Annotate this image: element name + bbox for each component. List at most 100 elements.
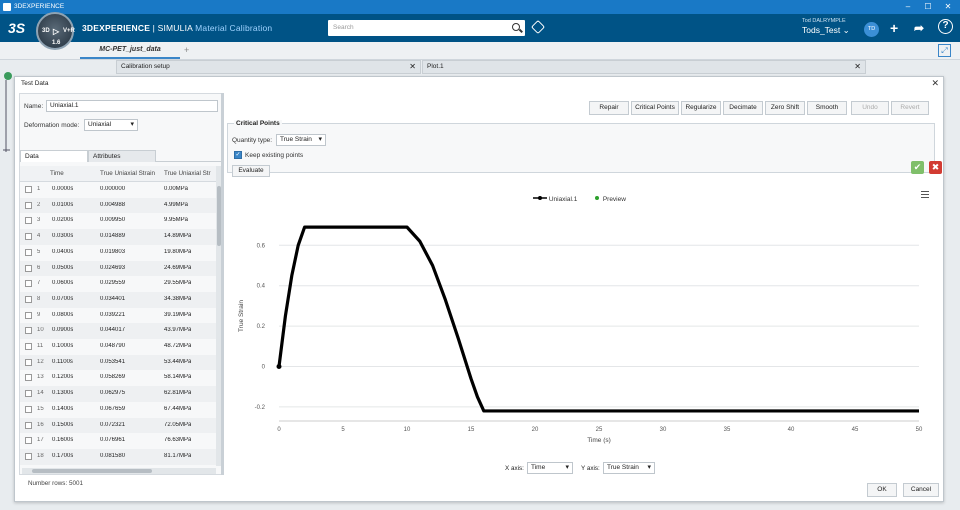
cell-time: 0.0100s [52, 201, 74, 208]
calibration-setup-panel[interactable]: Calibration setup ✕ [116, 60, 421, 74]
add-tab-icon[interactable]: + [184, 45, 189, 55]
tab-data[interactable]: Data [20, 150, 88, 162]
table-row[interactable]: 14 0.1300s 0.062975 62.81MPa [20, 386, 216, 402]
row-checkbox[interactable] [25, 186, 32, 193]
ds-logo-icon[interactable]: 3S [8, 20, 25, 36]
add-icon[interactable]: + [890, 20, 898, 36]
evaluate-button[interactable]: Evaluate [232, 165, 270, 177]
row-index: 12 [37, 358, 44, 365]
share-icon[interactable]: ➦ [914, 21, 924, 35]
undo-button[interactable]: Undo [851, 101, 889, 115]
critical-points-button[interactable]: Critical Points [631, 101, 679, 115]
table-row[interactable]: 9 0.0800s 0.039221 39.19MPa [20, 308, 216, 324]
chart-menu-icon[interactable] [921, 191, 929, 198]
table-row[interactable]: 3 0.0200s 0.009950 9.95MPa [20, 213, 216, 229]
row-checkbox[interactable] [25, 358, 32, 366]
y-axis-select[interactable]: True Strain [603, 462, 655, 474]
table-row[interactable]: 12 0.1100s 0.053541 53.44MPa [20, 354, 216, 371]
table-row[interactable]: 10 0.0900s 0.044017 43.97MPa [20, 323, 216, 339]
cancel-button[interactable]: Cancel [903, 483, 939, 497]
row-checkbox[interactable] [25, 280, 32, 288]
tab-mc-pet-just-data[interactable]: MC-PET_just_data [80, 42, 180, 59]
row-checkbox[interactable] [25, 311, 32, 319]
x-axis-select[interactable]: Time [527, 462, 573, 474]
table-row[interactable]: 7 0.0600s 0.029559 29.55MPa [20, 276, 216, 292]
apply-check-icon[interactable]: ✔ [911, 161, 924, 174]
table-hscrollbar[interactable] [22, 468, 216, 474]
decimate-button[interactable]: Decimate [723, 101, 763, 115]
x-tick-label: 15 [468, 427, 475, 433]
y-axis-label: Y axis: [581, 465, 600, 472]
row-checkbox[interactable] [25, 327, 32, 335]
repair-button[interactable]: Repair [589, 101, 629, 115]
row-checkbox[interactable] [25, 248, 32, 256]
row-checkbox[interactable] [25, 390, 32, 398]
tab-attributes[interactable]: Attributes [88, 150, 156, 162]
row-checkbox[interactable] [25, 405, 32, 413]
zero-shift-button[interactable]: Zero Shift [765, 101, 805, 115]
tenant-selector[interactable]: Tods_Test ⌄ [802, 25, 850, 36]
row-index: 18 [37, 452, 44, 459]
splitter[interactable] [221, 93, 224, 475]
table-row[interactable]: 16 0.1500s 0.072321 72.05MPa [20, 417, 216, 434]
table-row[interactable]: 2 0.0100s 0.004988 4.99MPa [20, 197, 216, 214]
table-row[interactable]: 13 0.1200s 0.058269 58.14MPa [20, 370, 216, 386]
quantity-type-select[interactable]: True Strain [276, 134, 326, 146]
table-row[interactable]: 18 0.1700s 0.081580 81.17MPa [20, 448, 216, 465]
row-checkbox[interactable] [25, 233, 32, 241]
close-plot-icon[interactable]: ✕ [854, 61, 861, 73]
minimize-icon[interactable]: – [898, 1, 918, 13]
row-checkbox[interactable] [25, 374, 32, 382]
table-row[interactable]: 15 0.1400s 0.067659 67.44MPa [20, 402, 216, 418]
name-field[interactable]: Uniaxial.1 [46, 100, 218, 112]
tag-icon[interactable] [530, 19, 546, 35]
row-count: Number rows: 5001 [28, 480, 83, 487]
table-row[interactable]: 17 0.1600s 0.076961 76.63MPa [20, 433, 216, 449]
expand-icon[interactable]: ⤢ [938, 44, 951, 57]
discard-x-icon[interactable]: ✖ [929, 161, 942, 174]
compass-icon[interactable]: 3D ▷ V+R 1.6 [36, 12, 75, 50]
search-input[interactable]: Search [328, 20, 525, 36]
legend-preview[interactable]: Preview [593, 195, 626, 203]
row-checkbox[interactable] [25, 264, 32, 272]
smooth-button[interactable]: Smooth [807, 101, 847, 115]
regularize-button[interactable]: Regularize [681, 101, 721, 115]
maximize-icon[interactable]: ☐ [918, 1, 938, 13]
cell-strain: 0.029559 [100, 280, 126, 287]
help-icon[interactable]: ? [938, 19, 953, 34]
revert-button[interactable]: Revert [891, 101, 929, 115]
chart-plot-area[interactable]: -0.2 0 0.2 0.4 0.6 0 5 10 15 20 25 30 35 40 45 50 Time (… [227, 185, 939, 453]
table-row[interactable]: 8 0.0700s 0.034401 34.38MPa [20, 291, 216, 308]
row-checkbox[interactable] [25, 421, 32, 429]
table-row[interactable]: 1 0.0000s 0.000000 0.00MPa [20, 182, 216, 198]
dialog-close-icon[interactable]: ✕ [931, 78, 939, 89]
cell-time: 0.0000s [52, 186, 74, 192]
row-checkbox[interactable] [25, 452, 32, 460]
strain-chart: Uniaxial.1 Preview -0.2 0 0.2 0.4 0.6 0 5 10 15 2… [227, 185, 939, 453]
deformation-select[interactable]: Uniaxial [84, 119, 138, 131]
close-window-icon[interactable]: ✕ [938, 1, 958, 13]
plot-panel[interactable]: Plot.1 ✕ [422, 60, 866, 74]
keep-existing-checkbox[interactable]: ✓ [234, 151, 242, 159]
table-row[interactable]: 11 0.1000s 0.048790 48.72MPa [20, 339, 216, 355]
tree-icon[interactable] [0, 72, 14, 172]
series-line-uniaxial [277, 225, 919, 413]
user-menu[interactable]: Tod DALRYMPLE Tods_Test ⌄ [802, 18, 850, 36]
row-checkbox[interactable] [25, 217, 32, 225]
close-panel-icon[interactable]: ✕ [409, 61, 416, 73]
row-index: 5 [37, 248, 41, 255]
row-checkbox[interactable] [25, 343, 32, 350]
x-axis-title: Time (s) [587, 437, 611, 444]
row-checkbox[interactable] [25, 201, 32, 209]
ok-button[interactable]: OK [867, 483, 897, 497]
table-row[interactable]: 4 0.0300s 0.014889 14.89MPa [20, 229, 216, 245]
tree-strip [0, 72, 14, 172]
search-icon[interactable] [512, 23, 520, 31]
table-row[interactable]: 6 0.0500s 0.024693 24.69MPa [20, 260, 216, 277]
row-checkbox[interactable] [25, 295, 32, 303]
legend-uniaxial[interactable]: Uniaxial.1 [533, 195, 577, 203]
avatar[interactable]: TD [864, 22, 879, 37]
row-checkbox[interactable] [25, 437, 32, 445]
row-index: 2 [37, 201, 41, 208]
table-row[interactable]: 5 0.0400s 0.019803 19.80MPa [20, 245, 216, 261]
